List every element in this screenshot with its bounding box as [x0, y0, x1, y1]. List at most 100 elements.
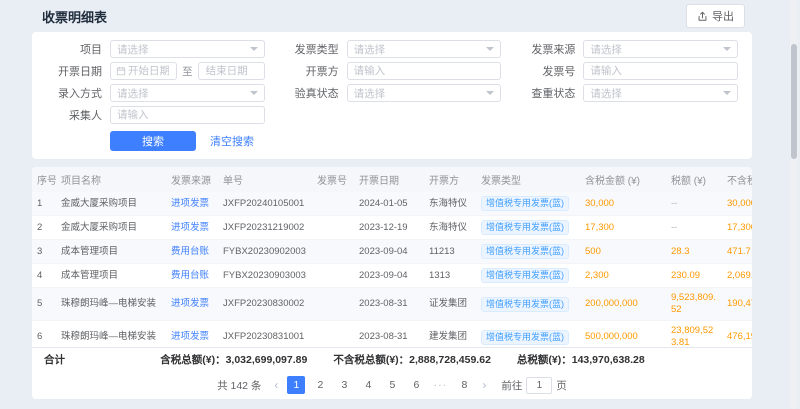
- total-incl-tax: 含税总额(¥)：3,032,699,097.89: [160, 352, 307, 367]
- invoice-source-select[interactable]: 请选择: [583, 40, 738, 58]
- next-page-icon[interactable]: ›: [479, 378, 489, 392]
- column-invoice-type: 发票类型: [476, 167, 580, 192]
- page-button-5[interactable]: 5: [383, 376, 401, 394]
- cell-invoice-type: 增值税专用发票(蓝): [476, 240, 580, 264]
- cell-invoice-source[interactable]: 进项发票: [166, 216, 218, 240]
- cell-issuer: 11213: [424, 240, 476, 264]
- filter-project: 项目 请选择: [46, 40, 265, 58]
- column-issuer: 开票方: [424, 167, 476, 192]
- cell-invoice-date: 2023-08-31: [354, 288, 424, 321]
- cell-invoice-no: [312, 240, 354, 264]
- date-range-separator: 至: [182, 64, 193, 79]
- more-pages-icon[interactable]: ···: [431, 376, 449, 394]
- cell-index: 4: [32, 264, 56, 288]
- date-start-field[interactable]: [126, 64, 171, 78]
- date-end-field[interactable]: [204, 64, 259, 78]
- column-tax: 税额 (¥): [666, 167, 722, 192]
- cell-amount-excl-tax: 471.7: [722, 240, 752, 264]
- cell-tax: --: [666, 216, 722, 240]
- cell-invoice-source[interactable]: 进项发票: [166, 192, 218, 216]
- page-button-4[interactable]: 4: [359, 376, 377, 394]
- invoice-no-input[interactable]: [583, 62, 738, 80]
- invoice-type-select-placeholder: 请选择: [354, 42, 483, 57]
- cell-invoice-type: 增值税专用发票(蓝): [476, 264, 580, 288]
- cell-tax: 230.09: [666, 264, 722, 288]
- cell-order-no: FYBX20230903003: [218, 264, 312, 288]
- clear-search-button[interactable]: 清空搜索: [210, 133, 254, 149]
- cell-order-no: FYBX20230902003: [218, 240, 312, 264]
- cell-invoice-no: [312, 264, 354, 288]
- column-amount-excl-tax: 不含税金额 (¥): [722, 167, 752, 192]
- page-scrollbar[interactable]: [790, 0, 798, 409]
- filter-panel: 项目 请选择 发票类型 请选择 发票来源 请选择: [32, 32, 752, 159]
- cell-invoice-source[interactable]: 进项发票: [166, 288, 218, 321]
- filter-invoice-type-label: 发票类型: [283, 41, 339, 57]
- search-button[interactable]: 搜索: [110, 131, 196, 151]
- dup-check-status-select[interactable]: 请选择: [583, 84, 738, 102]
- cell-invoice-source[interactable]: 费用台账: [166, 264, 218, 288]
- cell-amount-incl-tax: 2,300: [580, 264, 666, 288]
- project-select[interactable]: 请选择: [110, 40, 265, 58]
- filter-issuer: 开票方: [283, 62, 502, 80]
- cell-invoice-no: [312, 192, 354, 216]
- cell-tax: 23,809,523.81: [666, 321, 722, 348]
- invoice-type-select[interactable]: 请选择: [347, 40, 502, 58]
- issuer-input[interactable]: [347, 62, 502, 80]
- page-button-8[interactable]: 8: [455, 376, 473, 394]
- cell-invoice-source[interactable]: 费用台账: [166, 240, 218, 264]
- chevron-down-icon: [723, 91, 731, 95]
- date-start-input[interactable]: [110, 62, 177, 80]
- cell-project-name: 珠穆朗玛峰—电梯安装: [56, 321, 166, 348]
- export-icon: [697, 11, 708, 22]
- cell-index: 3: [32, 240, 56, 264]
- goto-page-input[interactable]: [526, 377, 552, 394]
- entry-method-select[interactable]: 请选择: [110, 84, 265, 102]
- verify-status-select-placeholder: 请选择: [354, 86, 483, 101]
- cell-issuer: 证发集团: [424, 288, 476, 321]
- cell-order-no: JXFP20240105001: [218, 192, 312, 216]
- topbar: 收票明细表 导出: [0, 0, 800, 32]
- cell-order-no: JXFP20230830002: [218, 288, 312, 321]
- export-button[interactable]: 导出: [686, 4, 745, 28]
- pagination-bar: 共 142 条 ‹ 1 2 3 4 5 6 ··· 8 › 前往 页: [32, 371, 752, 399]
- page-button-6[interactable]: 6: [407, 376, 425, 394]
- cell-invoice-type: 增值税专用发票(蓝): [476, 216, 580, 240]
- cell-project-name: 成本管理项目: [56, 240, 166, 264]
- cell-invoice-source[interactable]: 进项发票: [166, 321, 218, 348]
- chevron-down-icon: [723, 47, 731, 51]
- cell-order-no: JXFP20230831001: [218, 321, 312, 348]
- chevron-down-icon: [486, 47, 494, 51]
- invoice-type-tag: 增值税专用发票(蓝): [481, 330, 569, 345]
- cell-index: 5: [32, 288, 56, 321]
- page-button-3[interactable]: 3: [335, 376, 353, 394]
- filter-project-label: 项目: [46, 41, 102, 57]
- cell-project-name: 珠穆朗玛峰—电梯安装: [56, 288, 166, 321]
- dup-check-status-select-placeholder: 请选择: [590, 86, 719, 101]
- cell-tax: 28.3: [666, 240, 722, 264]
- chevron-down-icon: [250, 91, 258, 95]
- date-end-input[interactable]: [198, 62, 265, 80]
- filter-entry-method: 录入方式 请选择: [46, 84, 265, 102]
- table-scroll-area[interactable]: 序号 项目名称 发票来源 单号 发票号 开票日期 开票方 发票类型 含税金额 (…: [32, 167, 752, 347]
- cell-project-name: 金威大厦采购项目: [56, 216, 166, 240]
- collector-input[interactable]: [110, 106, 265, 124]
- cell-amount-excl-tax: 30,000: [722, 192, 752, 216]
- invoice-type-tag: 增值税专用发票(蓝): [481, 220, 569, 235]
- cell-invoice-type: 增值税专用发票(蓝): [476, 288, 580, 321]
- page-button-2[interactable]: 2: [311, 376, 329, 394]
- invoice-type-tag: 增值税专用发票(蓝): [481, 244, 569, 259]
- verify-status-select[interactable]: 请选择: [347, 84, 502, 102]
- filter-dup-check-status: 查重状态 请选择: [519, 84, 738, 102]
- cell-invoice-date: 2024-01-05: [354, 192, 424, 216]
- cell-invoice-date: 2023-08-31: [354, 321, 424, 348]
- column-amount-incl-tax: 含税金额 (¥): [580, 167, 666, 192]
- invoice-type-tag: 增值税专用发票(蓝): [481, 297, 569, 312]
- filter-invoice-date: 开票日期 至: [46, 62, 265, 80]
- cell-issuer: 东海特仪: [424, 192, 476, 216]
- prev-page-icon[interactable]: ‹: [271, 378, 281, 392]
- column-invoice-no: 发票号: [312, 167, 354, 192]
- cell-amount-excl-tax: 17,300: [722, 216, 752, 240]
- scrollbar-thumb[interactable]: [791, 44, 797, 159]
- page-button-1[interactable]: 1: [287, 376, 305, 394]
- summary-label: 合计: [44, 352, 65, 367]
